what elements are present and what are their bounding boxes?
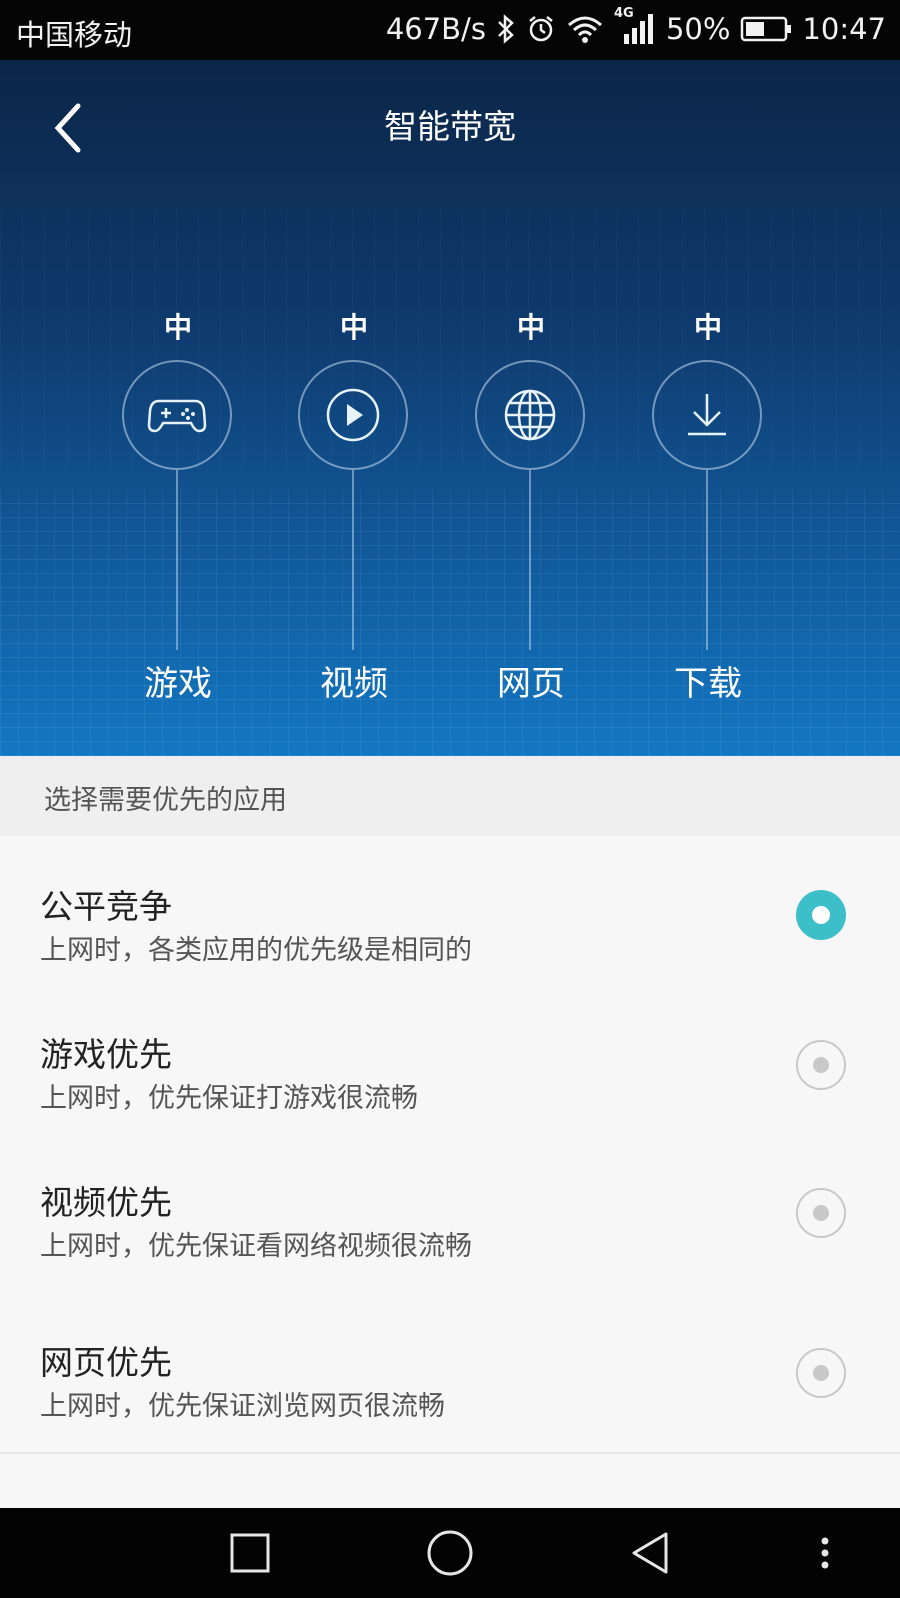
category-icon-circle — [475, 360, 585, 470]
status-icons: 467B/s 4G 50% 10:47 — [385, 6, 886, 46]
option-title: 公平竞争 — [40, 887, 172, 926]
option-desc: 上网时，优先保证浏览网页很流畅 — [40, 1391, 445, 1422]
square-icon — [230, 1533, 270, 1573]
alarm-icon — [526, 14, 556, 44]
option-desc: 上网时，优先保证打游戏很流畅 — [40, 1083, 418, 1114]
back-nav-button[interactable] — [620, 1508, 680, 1598]
bandwidth-hero: 智能带宽 中 游戏 中 视频 中 网页 中 下载 — [0, 60, 900, 756]
category-line — [176, 470, 178, 650]
category-name: 游戏 — [144, 664, 212, 704]
option-title: 视频优先 — [40, 1183, 172, 1222]
triangle-back-icon — [632, 1532, 668, 1574]
play-icon — [326, 388, 380, 442]
category-level: 中 — [693, 311, 722, 344]
category-name: 视频 — [320, 664, 388, 704]
option-title: 游戏优先 — [40, 1035, 172, 1074]
category-line — [352, 470, 354, 650]
status-bar: 中国移动 467B/s 4G 50% 10:47 — [0, 0, 900, 60]
category-level: 中 — [339, 311, 368, 344]
category-download: 中 下载 — [618, 60, 798, 756]
category-icon-circle — [652, 360, 762, 470]
section-header: 选择需要优先的应用 — [0, 756, 900, 837]
radio-unselected[interactable] — [796, 1188, 846, 1238]
option-desc: 上网时，优先保证看网络视频很流畅 — [40, 1231, 472, 1262]
cellular-signal-icon: 4G — [614, 6, 654, 46]
category-name: 网页 — [497, 664, 565, 704]
radio-selected[interactable] — [796, 890, 846, 940]
category-icon-circle — [298, 360, 408, 470]
carrier-label: 中国移动 — [16, 18, 133, 52]
category-line — [529, 470, 531, 650]
option-fair[interactable]: 公平竞争 上网时，各类应用的优先级是相同的 — [0, 836, 900, 998]
more-button[interactable] — [800, 1508, 850, 1598]
network-type-label: 4G — [613, 6, 634, 21]
section-label: 选择需要优先的应用 — [44, 785, 287, 816]
gamepad-icon — [147, 399, 207, 433]
category-icon-circle — [122, 360, 232, 470]
circle-home-icon — [427, 1530, 473, 1576]
category-name: 下载 — [674, 664, 742, 704]
network-speed: 467B/s — [385, 12, 486, 46]
option-title: 网页优先 — [40, 1343, 172, 1382]
option-game-priority[interactable]: 游戏优先 上网时，优先保证打游戏很流畅 — [0, 996, 900, 1134]
option-web-priority[interactable]: 网页优先 上网时，优先保证浏览网页很流畅 — [0, 1292, 900, 1454]
category-level: 中 — [516, 311, 545, 344]
category-web: 中 网页 — [441, 60, 621, 756]
option-video-priority[interactable]: 视频优先 上网时，优先保证看网络视频很流畅 — [0, 1132, 900, 1294]
download-icon — [688, 394, 726, 436]
category-video: 中 视频 — [264, 60, 444, 756]
more-vert-icon — [821, 1537, 829, 1569]
navigation-bar — [0, 1508, 900, 1598]
wifi-icon — [566, 14, 604, 44]
battery-percent: 50% — [665, 12, 731, 46]
radio-unselected[interactable] — [796, 1348, 846, 1398]
category-level: 中 — [163, 311, 192, 344]
globe-icon — [504, 389, 556, 441]
radio-unselected[interactable] — [796, 1040, 846, 1090]
home-button[interactable] — [420, 1508, 480, 1598]
option-desc: 上网时，各类应用的优先级是相同的 — [40, 935, 472, 966]
battery-icon — [740, 15, 792, 43]
category-line — [706, 470, 708, 650]
category-game: 中 游戏 — [88, 60, 268, 756]
bluetooth-icon — [496, 14, 516, 44]
clock: 10:47 — [802, 12, 886, 46]
recents-button[interactable] — [220, 1508, 280, 1598]
